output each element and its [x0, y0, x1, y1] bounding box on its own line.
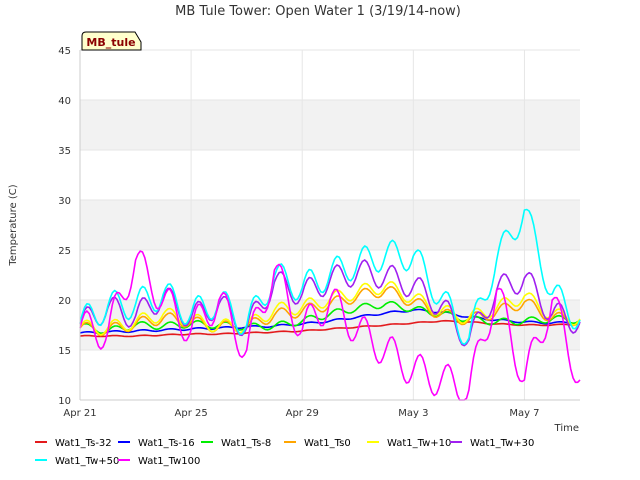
legend-label: Wat1_Tw100 — [138, 456, 200, 467]
legend-item: Wat1_Tw+30 — [450, 438, 534, 449]
y-tick-label: 35 — [58, 146, 71, 157]
y-tick-label: 40 — [58, 96, 71, 107]
legend-item: Wat1_Tw100 — [118, 456, 200, 467]
legend-item: Wat1_Tw+50 — [35, 456, 119, 467]
legend-label: Wat1_Ts-16 — [138, 438, 195, 449]
y-tick-label: 20 — [58, 296, 71, 307]
legend-label: Wat1_Tw+10 — [387, 438, 451, 449]
x-tick-label: Apr 25 — [175, 408, 208, 419]
legend-label: Wat1_Ts-8 — [221, 438, 271, 449]
y-tick-label: 45 — [58, 46, 71, 57]
background-bands — [80, 100, 580, 350]
station-tag: MB_tule — [81, 31, 142, 51]
legend-label: Wat1_Ts0 — [304, 438, 351, 449]
station-tag-label: MB_tule — [86, 36, 135, 49]
y-tick-label: 25 — [58, 246, 71, 257]
legend-label: Wat1_Tw+50 — [55, 456, 119, 467]
legend: Wat1_Ts-32 Wat1_Ts-16 Wat1_Ts-8 Wat1_Ts0 Wat… — [35, 438, 534, 467]
x-tick-label: May 3 — [398, 408, 428, 419]
chart-title: MB Tule Tower: Open Water 1 (3/19/14-now… — [175, 4, 461, 19]
y-tick-labels: 10 15 20 25 30 35 40 45 — [58, 46, 71, 407]
legend-item: Wat1_Ts0 — [284, 438, 351, 449]
legend-item: Wat1_Tw+10 — [367, 438, 451, 449]
plot-area — [79, 49, 581, 401]
x-tick-label: Apr 21 — [63, 408, 96, 419]
legend-item: Wat1_Ts-32 — [35, 438, 112, 449]
x-tick-label: Apr 29 — [286, 408, 319, 419]
legend-item: Wat1_Ts-16 — [118, 438, 195, 449]
y-axis-label: Temperature (C) — [8, 184, 19, 266]
grid-band — [80, 100, 580, 150]
chart: MB Tule Tower: Open Water 1 (3/19/14-now… — [8, 4, 581, 467]
legend-item: Wat1_Ts-8 — [201, 438, 271, 449]
y-tick-label: 15 — [58, 346, 71, 357]
x-axis-label: Time — [554, 423, 579, 434]
y-tick-label: 10 — [58, 396, 71, 407]
legend-label: Wat1_Tw+30 — [470, 438, 534, 449]
y-tick-label: 30 — [58, 196, 71, 207]
grid-band — [80, 200, 580, 250]
x-tick-labels: Apr 21 Apr 25 Apr 29 May 3 May 7 — [63, 408, 539, 419]
x-tick-label: May 7 — [509, 408, 539, 419]
legend-label: Wat1_Ts-32 — [55, 438, 112, 449]
